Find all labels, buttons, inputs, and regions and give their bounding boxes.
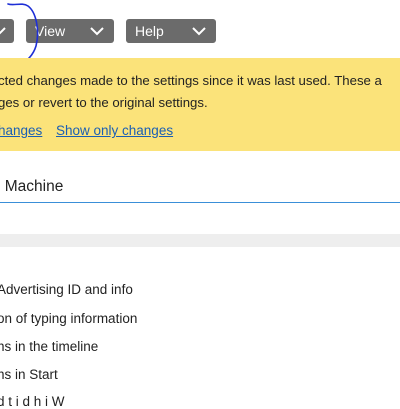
section-header: l Machine: [0, 161, 400, 203]
toolbar: View Help: [0, 0, 400, 58]
column-header-bar: [0, 234, 400, 247]
setting-item[interactable]: on of typing information: [0, 311, 137, 326]
banner-message-line: ges or revert to the original settings.: [0, 95, 208, 110]
banner-message-line: cted changes made to the settings since …: [0, 73, 382, 88]
show-all-changes-link[interactable]: hanges: [0, 123, 42, 138]
section-title: l Machine: [0, 178, 64, 195]
menu-button[interactable]: [0, 19, 14, 43]
view-menu-button[interactable]: View: [26, 19, 114, 43]
help-menu-label: Help: [135, 23, 164, 39]
setting-item[interactable]: Advertising ID and info: [0, 282, 133, 297]
chevron-down-icon: [192, 27, 206, 36]
view-menu-label: View: [35, 23, 66, 39]
chevron-down-icon: [0, 27, 6, 35]
changes-notification-banner: cted changes made to the settings since …: [0, 58, 400, 151]
chevron-down-icon: [90, 27, 104, 36]
setting-item[interactable]: ns in Start: [0, 367, 58, 382]
setting-item[interactable]: d t i d h i W: [0, 394, 65, 409]
setting-item[interactable]: ns in the timeline: [0, 339, 98, 354]
show-only-changes-link[interactable]: Show only changes: [56, 123, 173, 138]
help-menu-button[interactable]: Help: [126, 19, 216, 43]
